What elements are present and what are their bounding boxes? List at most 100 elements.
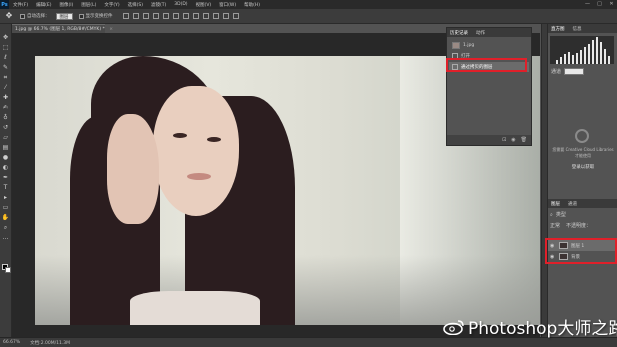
blend-opacity-row: 正常 不透明度：	[550, 222, 591, 229]
close-tab-icon[interactable]: ×	[109, 27, 113, 32]
align-middle-icon[interactable]	[132, 13, 139, 19]
minimize-button[interactable]: —	[584, 1, 591, 7]
crop-tool-icon[interactable]: ⌗	[2, 74, 10, 81]
marquee-tool-icon[interactable]: ⬚	[2, 44, 10, 51]
snapshot-thumbnail	[452, 41, 460, 49]
align-right-icon[interactable]	[172, 13, 179, 19]
clone-stamp-icon[interactable]: ♁	[2, 114, 10, 121]
histogram-panel: 直方图 信息 通道	[547, 24, 617, 89]
align-center-icon[interactable]	[162, 13, 169, 19]
new-document-from-state-icon[interactable]: ⊡	[502, 137, 506, 143]
menu-image[interactable]: 图像(I)	[59, 2, 73, 8]
align-left-icon[interactable]	[152, 13, 159, 19]
right-eye-shape	[207, 137, 221, 142]
menu-filter[interactable]: 滤镜(T)	[151, 2, 166, 8]
left-eye-shape	[173, 133, 187, 138]
auto-select-dropdown[interactable]: 图层	[55, 12, 73, 20]
gradient-tool-icon[interactable]: ▤	[2, 144, 10, 151]
document-tab-title: 1.jpg @ 66.7% (图层 1, RGB/8#/CMYK) *	[15, 27, 105, 32]
distribute-left-icon[interactable]	[212, 13, 219, 19]
blend-mode-dropdown[interactable]: 正常	[550, 222, 560, 229]
brush-tool-icon[interactable]: ✍	[2, 104, 10, 111]
distribute-middle-icon[interactable]	[192, 13, 199, 19]
watermark-text: Photoshop大师之路	[468, 319, 617, 339]
auto-select-checkbox[interactable]	[20, 13, 25, 19]
menu-bar: Ps 文件(F) 编辑(E) 图像(I) 图层(L) 文字(Y) 选择(S) 滤…	[0, 0, 617, 9]
pen-tool-icon[interactable]: ✒	[2, 174, 10, 181]
tab-history[interactable]: 历史记录	[450, 30, 468, 36]
layer-filter-row: ⌕ 类型	[550, 211, 566, 219]
menu-help[interactable]: 帮助(H)	[244, 2, 260, 8]
opacity-label: 不透明度：	[566, 223, 592, 229]
libraries-panel: 您需要 Creative Cloud Libraries 才能使用 登录以获取	[547, 89, 617, 199]
zoom-tool-icon[interactable]: ⌕	[2, 224, 10, 231]
eraser-tool-icon[interactable]: ▱	[2, 134, 10, 141]
tab-actions[interactable]: 动作	[476, 30, 485, 36]
auto-select-label: 自动选择：	[27, 14, 50, 19]
quick-select-tool-icon[interactable]: ✎	[2, 64, 10, 71]
highlight-box-layers	[545, 238, 617, 264]
trash-icon[interactable]: 🗑	[521, 137, 527, 143]
tab-channels[interactable]: 通道	[568, 201, 577, 207]
move-tool-icon[interactable]: ✥	[2, 34, 10, 41]
distribute-top-icon[interactable]	[182, 13, 189, 19]
eyedropper-tool-icon[interactable]: ⁄	[2, 84, 10, 91]
align-bottom-icon[interactable]	[142, 13, 149, 19]
tab-histogram[interactable]: 直方图	[551, 26, 565, 32]
menu-file[interactable]: 文件(F)	[13, 2, 28, 8]
options-bar: ✥ 自动选择： 图层 显示变换控件	[0, 9, 617, 24]
menu-3d[interactable]: 3D(D)	[174, 2, 187, 7]
history-snapshot-label: 1.jpg	[463, 42, 475, 48]
show-transform-label: 显示变换控件	[85, 14, 113, 19]
history-snapshot-row[interactable]: 1.jpg	[449, 40, 529, 50]
distribute-center-icon[interactable]	[222, 13, 229, 19]
layer-filter-label[interactable]: 类型	[556, 211, 566, 218]
background-color-swatch[interactable]	[5, 267, 11, 273]
snapshot-icon[interactable]: ◉	[511, 137, 515, 143]
maximize-button[interactable]: □	[596, 1, 603, 7]
histogram-channel-label: 通道	[551, 69, 562, 75]
menu-layer[interactable]: 图层(L)	[81, 2, 96, 8]
menu-type[interactable]: 文字(Y)	[104, 2, 119, 8]
channel-dropdown[interactable]	[564, 68, 585, 75]
libraries-login-button[interactable]: 登录以获取	[568, 164, 598, 170]
menu-edit[interactable]: 编辑(E)	[36, 2, 51, 8]
menu-view[interactable]: 视图(V)	[196, 2, 212, 8]
lasso-tool-icon[interactable]: ℓ	[2, 54, 10, 61]
tab-info[interactable]: 信息	[573, 26, 582, 32]
filter-icon: ⌕	[550, 211, 553, 218]
more-tools-icon[interactable]: …	[2, 234, 10, 241]
align-top-icon[interactable]	[122, 13, 129, 19]
tab-layers[interactable]: 图层	[551, 201, 560, 207]
show-transform-option[interactable]: 显示变换控件	[78, 13, 113, 19]
highlight-box-history	[446, 58, 527, 72]
show-transform-checkbox[interactable]	[78, 13, 84, 19]
menu-select[interactable]: 选择(S)	[128, 2, 143, 8]
tools-panel: ✥ ⬚ ℓ ✎ ⌗ ⁄ ✚ ✍ ♁ ↺ ▱ ▤ ● ◐ ✒ T ▸ ▭ ✋ ⌕ …	[0, 24, 12, 337]
dodge-tool-icon[interactable]: ◐	[2, 164, 10, 171]
path-select-tool-icon[interactable]: ▸	[2, 194, 10, 201]
healing-brush-icon[interactable]: ✚	[2, 94, 10, 101]
blur-tool-icon[interactable]: ●	[2, 154, 10, 161]
layers-panel-tabs: 图层 通道	[548, 199, 617, 208]
hand-tool-icon[interactable]: ✋	[2, 214, 10, 221]
history-panel: 历史记录 动作 1.jpg 打开 通过拷贝的图层 ⊡ ◉ 🗑	[446, 27, 532, 146]
move-tool-icon[interactable]: ✥	[4, 11, 14, 21]
auto-select-option[interactable]: 自动选择：	[20, 13, 50, 19]
document-tab[interactable]: 1.jpg @ 66.7% (图层 1, RGB/8#/CMYK) * ×	[12, 24, 113, 33]
histogram-graph	[550, 36, 614, 64]
shape-tool-icon[interactable]: ▭	[2, 204, 10, 211]
history-brush-icon[interactable]: ↺	[2, 124, 10, 131]
menu-window[interactable]: 窗口(W)	[219, 2, 236, 8]
type-tool-icon[interactable]: T	[2, 184, 10, 191]
dress-shape	[130, 291, 260, 325]
libraries-message: 您需要 Creative Cloud Libraries 才能使用	[552, 147, 614, 158]
distribute-right-icon[interactable]	[232, 13, 239, 19]
close-button[interactable]: ✕	[608, 1, 615, 7]
lips-shape	[187, 173, 211, 180]
creative-cloud-icon	[575, 129, 589, 143]
photoshop-logo: Ps	[0, 0, 9, 9]
distribute-bottom-icon[interactable]	[202, 13, 209, 19]
hand-shape	[107, 114, 159, 224]
zoom-level[interactable]: 66.67%	[3, 340, 20, 345]
